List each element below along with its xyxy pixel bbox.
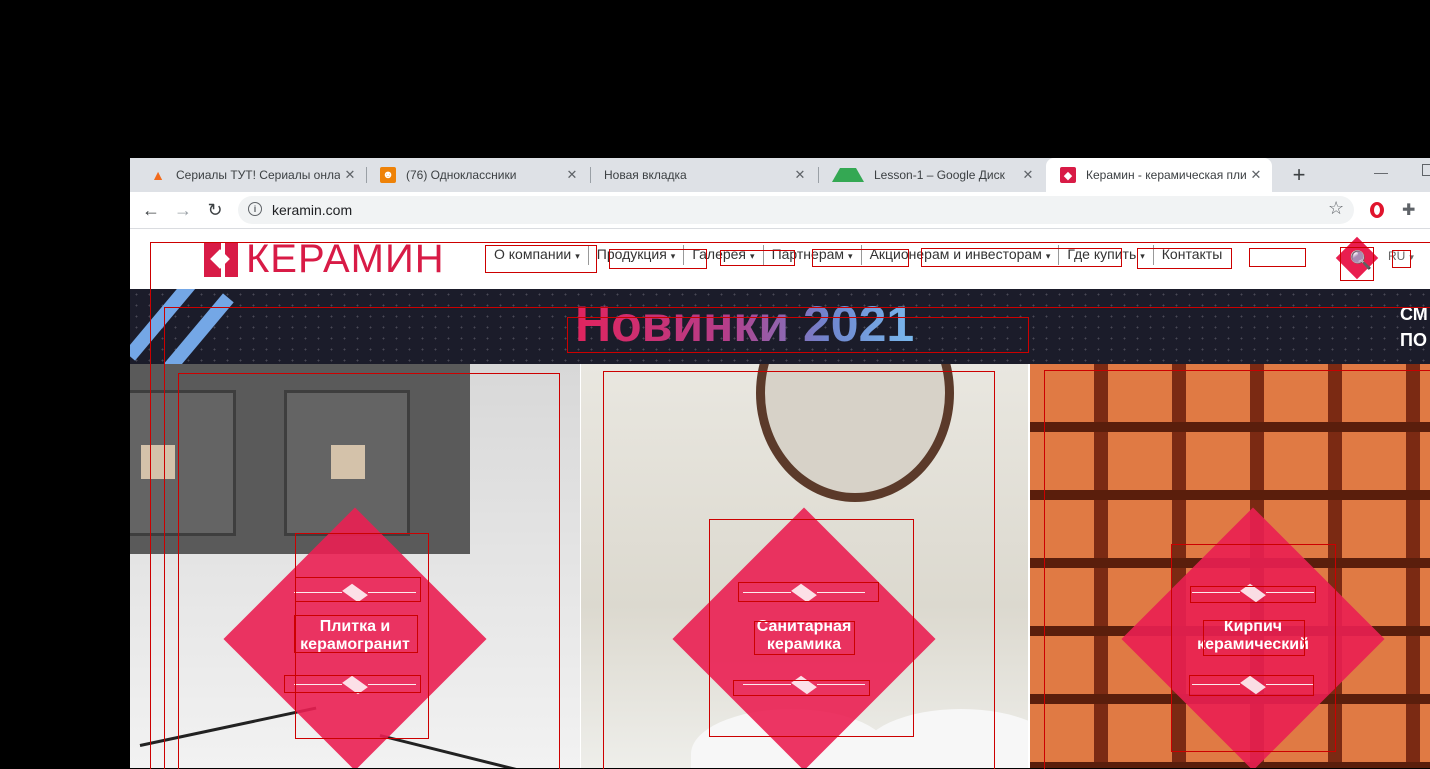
- keramin-icon: ◆: [1060, 167, 1076, 183]
- nav-item-products[interactable]: Продукция ▾: [589, 245, 685, 265]
- ornament-icon: [743, 675, 865, 695]
- banner-side-line: ПО: [1400, 330, 1427, 350]
- info-icon[interactable]: i: [248, 202, 262, 216]
- nav-label: Где купить: [1067, 246, 1137, 262]
- nav-label: О компании: [494, 246, 572, 262]
- site-logo[interactable]: КЕРАМИН: [204, 237, 445, 282]
- banner-side-text: СМ ПО: [1400, 301, 1428, 353]
- chevron-down-icon: ▾: [1409, 252, 1414, 262]
- site-header: КЕРАМИН О компании ▾ Продукция ▾ Галерея ▾ …: [130, 229, 1430, 289]
- nav-item-contacts[interactable]: Контакты: [1154, 245, 1230, 265]
- main-nav: О компании ▾ Продукция ▾ Галерея ▾ Партнера…: [486, 245, 1230, 265]
- nav-label: Галерея: [692, 246, 747, 262]
- chevron-down-icon: ▾: [848, 251, 853, 261]
- chevron-down-icon: ▾: [575, 251, 580, 261]
- close-icon[interactable]: ✕: [340, 167, 360, 183]
- browser-window: ▲ Сериалы ТУТ! Сериалы онлайн ✕ ☻ (76) О…: [130, 158, 1430, 768]
- tab-keramin[interactable]: ◆ Керамин - керамическая плитка ✕: [1046, 158, 1272, 192]
- forward-icon[interactable]: →: [171, 198, 195, 222]
- ok-icon: ☻: [380, 167, 396, 183]
- close-icon[interactable]: ✕: [1018, 167, 1038, 183]
- category-diamond[interactable]: Санитарная керамика: [672, 507, 936, 768]
- nav-label: Партнерам: [771, 246, 845, 262]
- banner-title: Новинки 2021: [575, 296, 915, 352]
- category-diamond[interactable]: Кирпич керамический: [1121, 507, 1385, 768]
- tab-title: Lesson-1 – Google Диск: [874, 168, 1005, 182]
- tab-odnoklassniki[interactable]: ☻ (76) Одноклассники ✕: [366, 158, 588, 192]
- category-label: Кирпич керамический: [1122, 618, 1384, 654]
- reload-icon[interactable]: ↻: [203, 198, 227, 222]
- cabinet-door: [130, 390, 236, 536]
- knob: [141, 445, 175, 479]
- tab-title: Новая вкладка: [604, 168, 687, 182]
- category-label-line: керамика: [766, 636, 842, 653]
- knob: [331, 445, 365, 479]
- nav-label: Контакты: [1161, 246, 1223, 262]
- ornament-icon: [294, 583, 416, 603]
- logo-mark-icon: [204, 242, 238, 277]
- tab-serialy[interactable]: ▲ Сериалы ТУТ! Сериалы онлайн ✕: [136, 158, 366, 192]
- drive-icon: [832, 168, 864, 182]
- nav-label: Продукция: [596, 246, 667, 262]
- category-label-line: Плитка и: [319, 618, 391, 635]
- mirror-image: [756, 364, 954, 502]
- category-panel-tiles[interactable]: Плитка и керамогранит: [130, 364, 580, 768]
- chevron-down-icon: ▾: [1045, 251, 1051, 261]
- banner-side-line: СМ: [1400, 304, 1428, 324]
- language-selector[interactable]: RU ▾: [1388, 249, 1414, 263]
- new-tab-button[interactable]: +: [1286, 162, 1312, 188]
- tab-title: Керамин - керамическая плитка: [1086, 168, 1246, 182]
- nav-item-about[interactable]: О компании ▾: [486, 245, 589, 265]
- category-diamond[interactable]: Плитка и керамогранит: [223, 507, 487, 768]
- bookmark-star-icon[interactable]: ☆: [1328, 198, 1344, 219]
- category-label: Санитарная керамика: [673, 618, 935, 654]
- extensions-icon[interactable]: ✚: [1402, 200, 1415, 220]
- tab-title: (76) Одноклассники: [406, 168, 517, 182]
- category-label: Плитка и керамогранит: [224, 618, 486, 654]
- nav-item-investors[interactable]: Акционерам и инвесторам ▾: [862, 245, 1060, 265]
- browser-toolbar: ← → ↻ i keramin.com ☆ ✚: [130, 192, 1430, 229]
- logo-text: КЕРАМИН: [246, 237, 445, 281]
- chevron-down-icon: ▾: [750, 251, 755, 261]
- maximize-button[interactable]: [1422, 164, 1430, 176]
- ornament-icon: [294, 675, 416, 695]
- close-icon[interactable]: ✕: [562, 167, 582, 183]
- nav-item-where-to-buy[interactable]: Где купить ▾: [1059, 245, 1154, 265]
- category-panel-sanitary[interactable]: Санитарная керамика: [581, 364, 1028, 768]
- minimize-button[interactable]: —: [1374, 164, 1388, 180]
- ornament-icon: [743, 583, 865, 603]
- back-icon[interactable]: ←: [139, 198, 163, 222]
- url-text[interactable]: keramin.com: [272, 202, 352, 218]
- nav-label: Акционерам и инвесторам: [869, 246, 1042, 262]
- ornament-icon: [1192, 583, 1314, 603]
- close-icon[interactable]: ✕: [1246, 167, 1266, 183]
- category-label-line: Санитарная: [756, 618, 852, 635]
- tab-strip: ▲ Сериалы ТУТ! Сериалы онлайн ✕ ☻ (76) О…: [130, 158, 1430, 192]
- ornament-icon: [1192, 675, 1314, 695]
- category-label-line: керамический: [1197, 636, 1309, 653]
- close-icon[interactable]: ✕: [790, 167, 810, 183]
- web-page: КЕРАМИН О компании ▾ Продукция ▾ Галерея ▾ …: [130, 229, 1430, 768]
- category-panel-bricks[interactable]: Кирпич керамический: [1030, 364, 1430, 768]
- promo-banner[interactable]: Новинки 2021 СМ ПО: [130, 289, 1430, 364]
- nav-item-gallery[interactable]: Галерея ▾: [684, 245, 764, 265]
- search-icon[interactable]: 🔍: [1349, 248, 1373, 272]
- language-label: RU: [1388, 249, 1406, 263]
- banner-stripe: [130, 289, 206, 361]
- address-bar[interactable]: i keramin.com ☆: [238, 196, 1354, 224]
- nav-item-partners[interactable]: Партнерам ▾: [764, 245, 862, 265]
- tab-title: Сериалы ТУТ! Сериалы онлайн: [176, 168, 340, 182]
- category-label-line: Кирпич: [1223, 618, 1283, 635]
- tab-new[interactable]: Новая вкладка ✕: [590, 158, 816, 192]
- tab-google-drive[interactable]: Lesson-1 – Google Диск ✕: [818, 158, 1044, 192]
- chevron-down-icon: ▾: [1140, 251, 1145, 261]
- chevron-down-icon: ▾: [670, 251, 676, 261]
- category-label-line: керамогранит: [300, 636, 410, 653]
- fire-icon: ▲: [151, 167, 165, 183]
- opera-extension-icon[interactable]: [1370, 202, 1384, 218]
